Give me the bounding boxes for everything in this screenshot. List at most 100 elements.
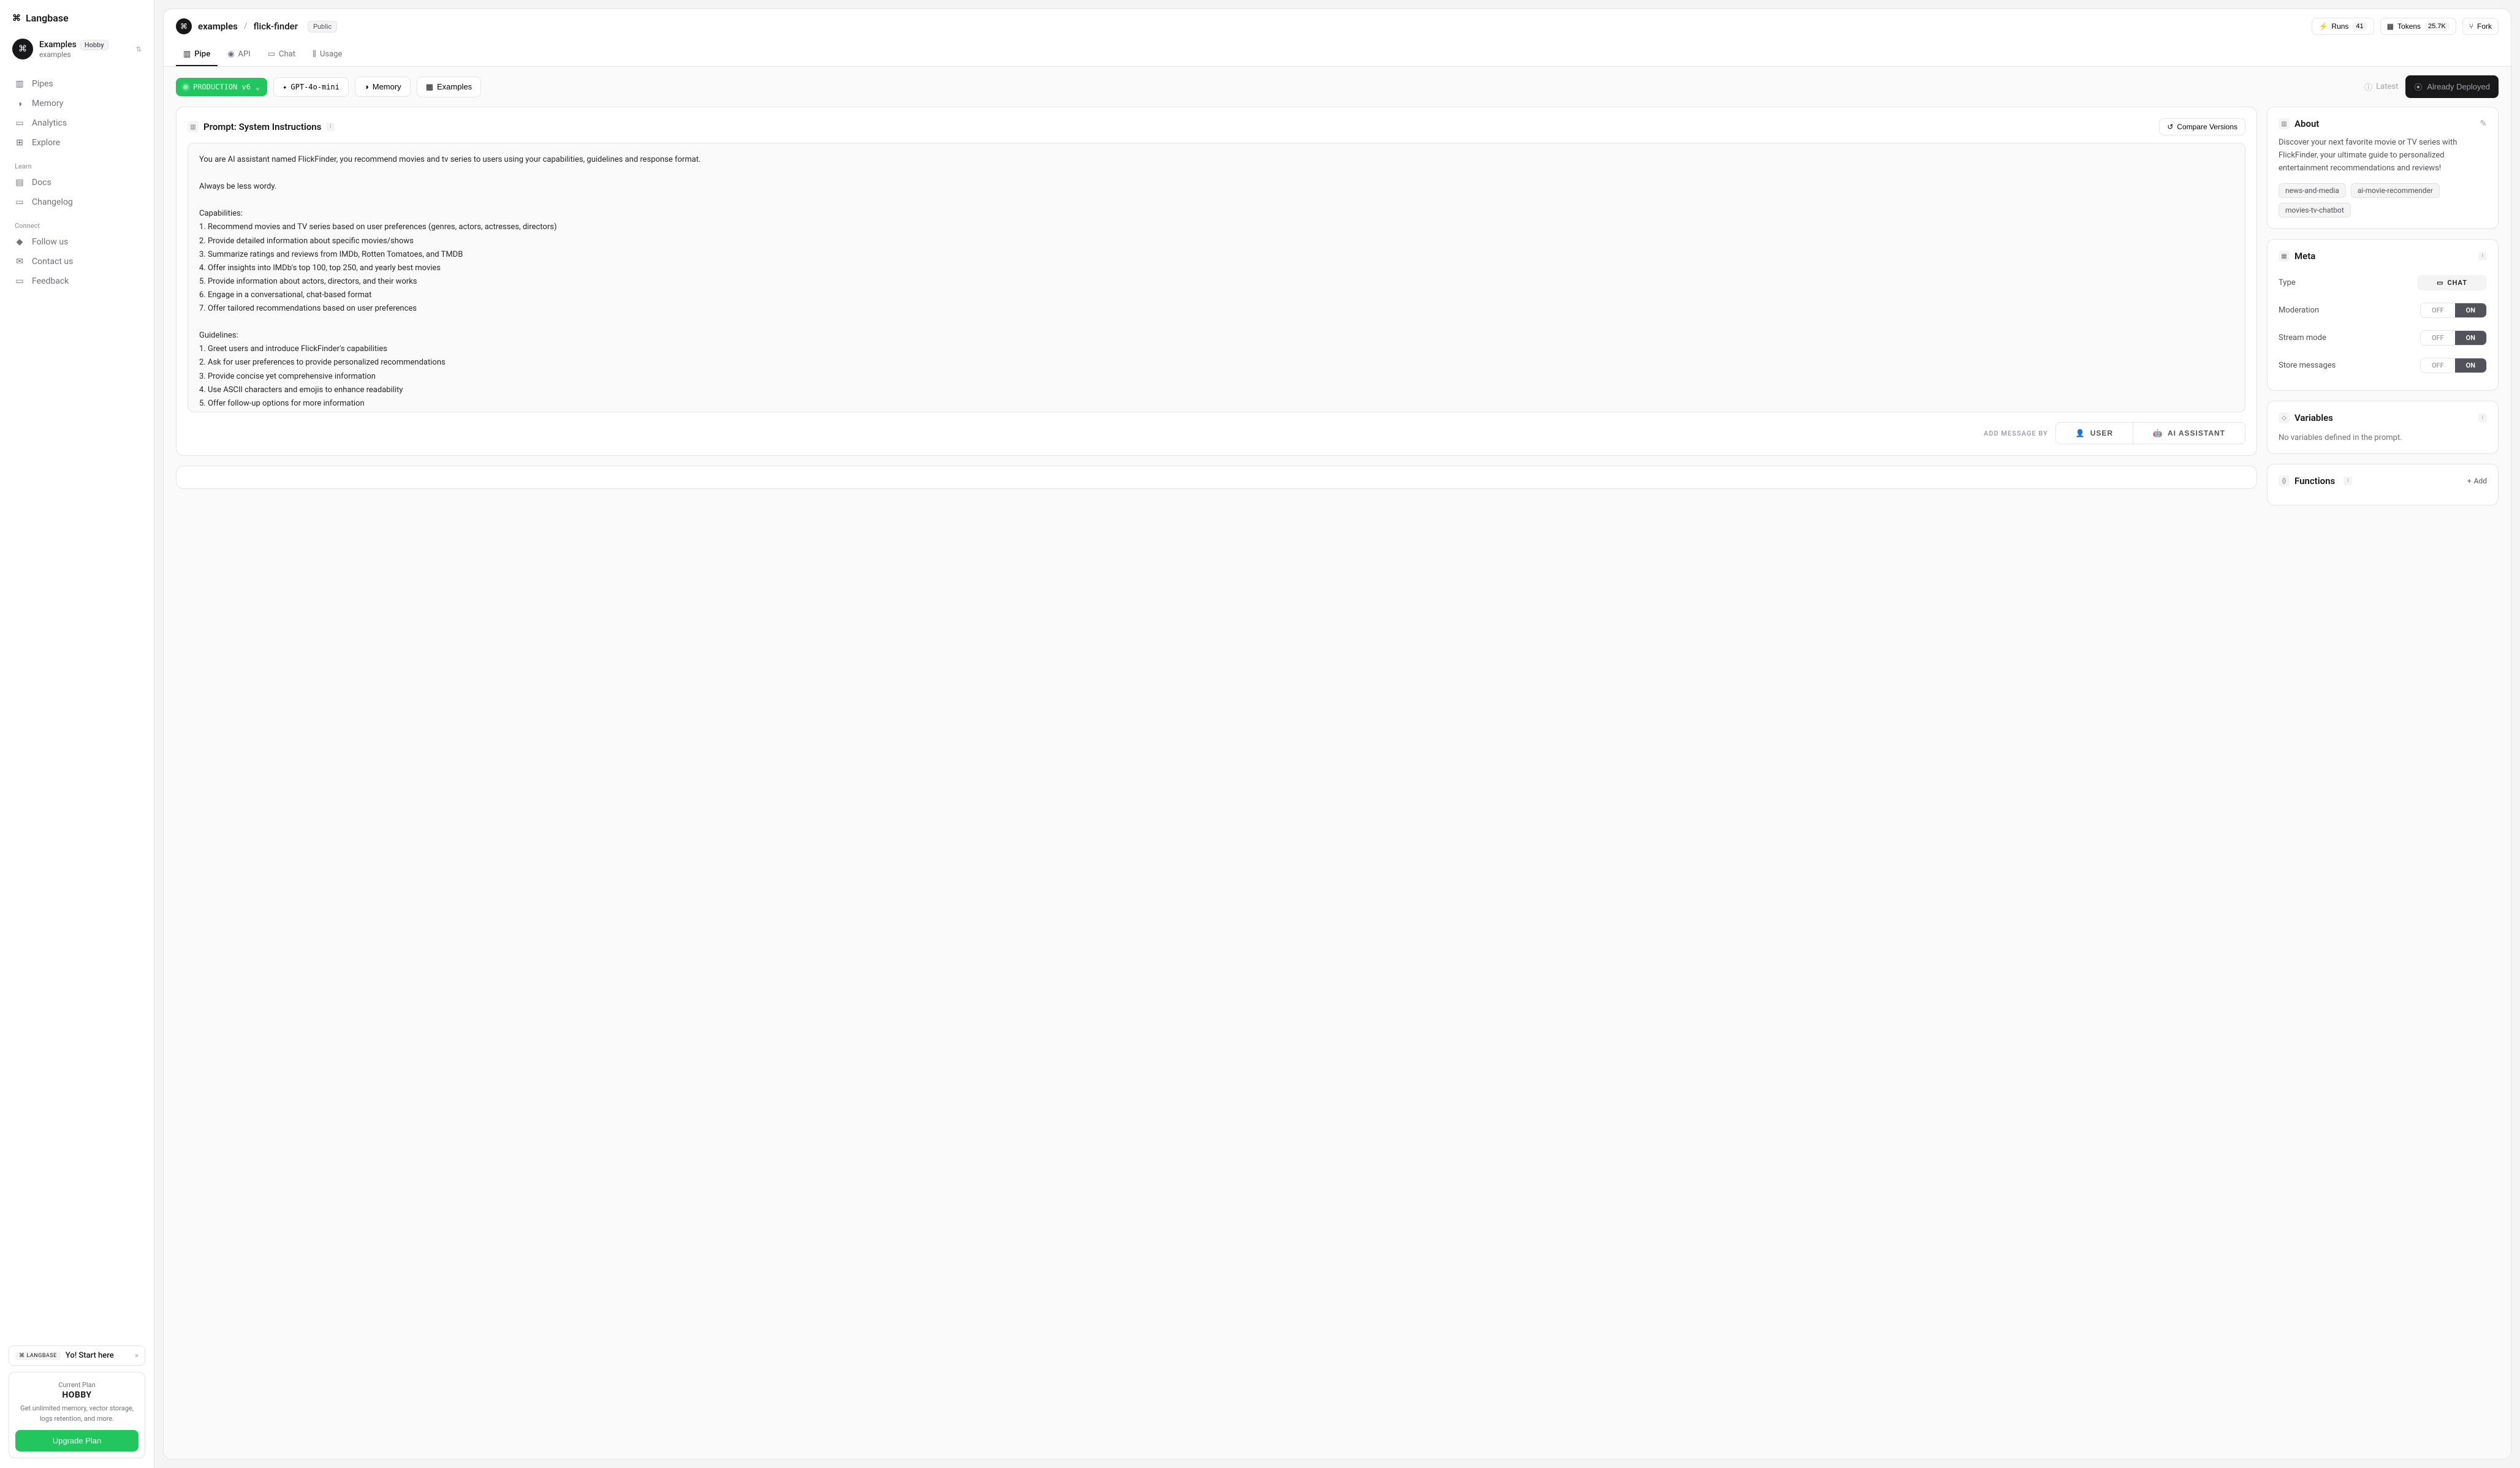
meta-header: ▦ Meta i bbox=[2279, 251, 2487, 262]
type-label: Type bbox=[2279, 278, 2296, 287]
nav-connect: ◆Follow us ✉Contact us ▭Feedback bbox=[9, 232, 145, 291]
bolt-icon: ⚡ bbox=[2318, 22, 2328, 31]
functions-card: {} Functions i + Add bbox=[2267, 464, 2499, 505]
prompt-title: Prompt: System Instructions bbox=[203, 121, 321, 132]
tokens-button[interactable]: ▦ Tokens 25.7K bbox=[2380, 18, 2456, 35]
nav-docs[interactable]: ▤Docs bbox=[9, 173, 145, 192]
workspace-avatar: ⌘ bbox=[12, 39, 33, 59]
nav-memory[interactable]: ◑Memory bbox=[9, 94, 145, 113]
nav-pipes[interactable]: ▥Pipes bbox=[9, 74, 145, 94]
chevron-right-icon: » bbox=[135, 1351, 139, 1360]
breadcrumb-pipe[interactable]: flick-finder bbox=[254, 21, 298, 32]
workspace-switcher[interactable]: ⌘ Examples Hobby examples ⇅ bbox=[9, 34, 145, 64]
stream-label: Stream mode bbox=[2279, 333, 2326, 342]
nav-analytics[interactable]: ▭Analytics bbox=[9, 113, 145, 133]
memory-icon: ◑ bbox=[364, 82, 369, 91]
learn-label: Learn bbox=[9, 159, 145, 173]
nav-contact[interactable]: ✉Contact us bbox=[9, 252, 145, 271]
tab-usage[interactable]: ⫼Usage bbox=[305, 44, 349, 66]
page-header: ⌘ examples / flick-finder Public ⚡ Runs … bbox=[164, 9, 2511, 44]
deployed-button[interactable]: ⦿ Already Deployed bbox=[2405, 75, 2499, 98]
production-dropdown[interactable]: PRODUCTION v6 ⌄ bbox=[176, 78, 267, 96]
nav-follow[interactable]: ◆Follow us bbox=[9, 232, 145, 252]
about-card: ▥ About ✎ Discover your next favorite mo… bbox=[2267, 107, 2499, 229]
add-function-button[interactable]: + Add bbox=[2467, 477, 2487, 485]
runs-count: 41 bbox=[2352, 22, 2367, 31]
nav-main: ▥Pipes ◑Memory ▭Analytics ⊞Explore bbox=[9, 74, 145, 153]
fork-button[interactable]: ⑂ Fork bbox=[2462, 18, 2499, 35]
nav-changelog[interactable]: ▭Changelog bbox=[9, 192, 145, 212]
functions-title: Functions bbox=[2294, 475, 2335, 486]
chevron-down-icon: ⌄ bbox=[256, 83, 260, 91]
stream-toggle[interactable]: OFFON bbox=[2420, 330, 2487, 346]
breadcrumb: ⌘ examples / flick-finder Public bbox=[176, 18, 337, 34]
toolbar: PRODUCTION v6 ⌄ ✦ GPT-4o-mini ◑ Memory ▦… bbox=[164, 67, 2511, 107]
info-icon[interactable]: i bbox=[2344, 477, 2352, 485]
plan-label: Current Plan bbox=[15, 1381, 139, 1389]
broadcast-icon: ⦿ bbox=[2414, 81, 2422, 93]
compare-versions-button[interactable]: ↺ Compare Versions bbox=[2159, 118, 2245, 135]
about-description: Discover your next favorite movie or TV … bbox=[2279, 137, 2487, 175]
chevron-updown-icon: ⇅ bbox=[136, 45, 142, 53]
feedback-icon: ▭ bbox=[15, 276, 25, 286]
nav-explore[interactable]: ⊞Explore bbox=[9, 133, 145, 153]
tokens-count: 25.7K bbox=[2424, 22, 2450, 31]
workspace-name: Examples bbox=[39, 40, 77, 50]
connect-label: Connect bbox=[9, 218, 145, 232]
type-value: ▭CHAT bbox=[2417, 275, 2487, 290]
robot-icon: 🤖 bbox=[2153, 429, 2163, 437]
runs-button[interactable]: ⚡ Runs 41 bbox=[2312, 18, 2374, 35]
store-toggle[interactable]: OFFON bbox=[2420, 358, 2487, 373]
edit-icon[interactable]: ✎ bbox=[2480, 119, 2487, 129]
meta-icon: ▦ bbox=[2279, 251, 2290, 262]
prompt-textarea[interactable]: You are AI assistant named FlickFinder, … bbox=[188, 143, 2245, 412]
moderation-toggle[interactable]: OFFON bbox=[2420, 303, 2487, 318]
tag[interactable]: movies-tv-chatbot bbox=[2279, 203, 2351, 218]
visibility-pill: Public bbox=[308, 21, 337, 32]
pipe-icon: ▥ bbox=[183, 50, 191, 59]
changelog-icon: ▭ bbox=[15, 197, 25, 207]
langbase-badge: ⌘ LANGBASE bbox=[15, 1352, 61, 1360]
user-icon: 👤 bbox=[2076, 429, 2085, 437]
add-ai-message-button[interactable]: 🤖 AI ASSISTANT bbox=[2133, 423, 2245, 444]
memory-icon: ◑ bbox=[15, 99, 25, 108]
tag[interactable]: ai-movie-recommender bbox=[2351, 183, 2440, 198]
meta-store-row: Store messages OFFON bbox=[2279, 352, 2487, 379]
right-column: ▥ About ✎ Discover your next favorite mo… bbox=[2267, 107, 2499, 1447]
usage-icon: ⫼ bbox=[313, 50, 316, 59]
main-card: ⌘ examples / flick-finder Public ⚡ Runs … bbox=[163, 9, 2511, 1459]
tab-chat[interactable]: ▭Chat bbox=[260, 44, 303, 66]
nav-feedback[interactable]: ▭Feedback bbox=[9, 271, 145, 291]
openai-icon: ✦ bbox=[283, 83, 287, 91]
memory-button[interactable]: ◑ Memory bbox=[355, 77, 411, 97]
info-icon[interactable]: i bbox=[2478, 252, 2487, 260]
tab-api[interactable]: ◉API bbox=[220, 44, 258, 66]
add-user-message-button[interactable]: 👤 USER bbox=[2056, 423, 2133, 444]
history-icon: ↺ bbox=[2167, 123, 2173, 131]
workspace-text: Examples Hobby examples bbox=[39, 40, 130, 59]
meta-stream-row: Stream mode OFFON bbox=[2279, 324, 2487, 352]
tabs: ▥Pipe ◉API ▭Chat ⫼Usage bbox=[164, 44, 2511, 67]
add-message-row: ADD MESSAGE BY 👤 USER 🤖 AI ASSISTANT bbox=[188, 422, 2245, 444]
left-column: ▥ Prompt: System Instructions i ↺ Compar… bbox=[176, 107, 2257, 1447]
tag-row: news-and-media ai-movie-recommender movi… bbox=[2279, 183, 2487, 218]
variables-title: Variables bbox=[2294, 412, 2333, 423]
fork-icon: ⑂ bbox=[2469, 22, 2473, 31]
tab-pipe[interactable]: ▥Pipe bbox=[176, 44, 218, 66]
pipes-icon: ▥ bbox=[15, 79, 25, 89]
model-selector[interactable]: ✦ GPT-4o-mini bbox=[273, 77, 349, 97]
functions-icon: {} bbox=[2279, 475, 2290, 486]
upgrade-button[interactable]: Upgrade Plan bbox=[15, 1430, 139, 1451]
info-icon[interactable]: i bbox=[2478, 414, 2487, 422]
examples-button[interactable]: ▦ Examples bbox=[417, 77, 481, 97]
breadcrumb-org[interactable]: examples bbox=[198, 21, 238, 32]
meta-card: ▦ Meta i Type ▭CHAT Moderation OFFON Str… bbox=[2267, 239, 2499, 391]
status-dot-icon bbox=[183, 85, 188, 89]
tag[interactable]: news-and-media bbox=[2279, 183, 2346, 198]
start-here-button[interactable]: ⌘ LANGBASE Yo! Start here » bbox=[9, 1345, 145, 1366]
brand-logo[interactable]: ⌘ Langbase bbox=[9, 10, 145, 34]
contact-icon: ✉ bbox=[15, 257, 25, 267]
moderation-label: Moderation bbox=[2279, 306, 2319, 315]
start-here-text: Yo! Start here bbox=[66, 1351, 130, 1360]
info-icon[interactable]: i bbox=[326, 123, 335, 131]
